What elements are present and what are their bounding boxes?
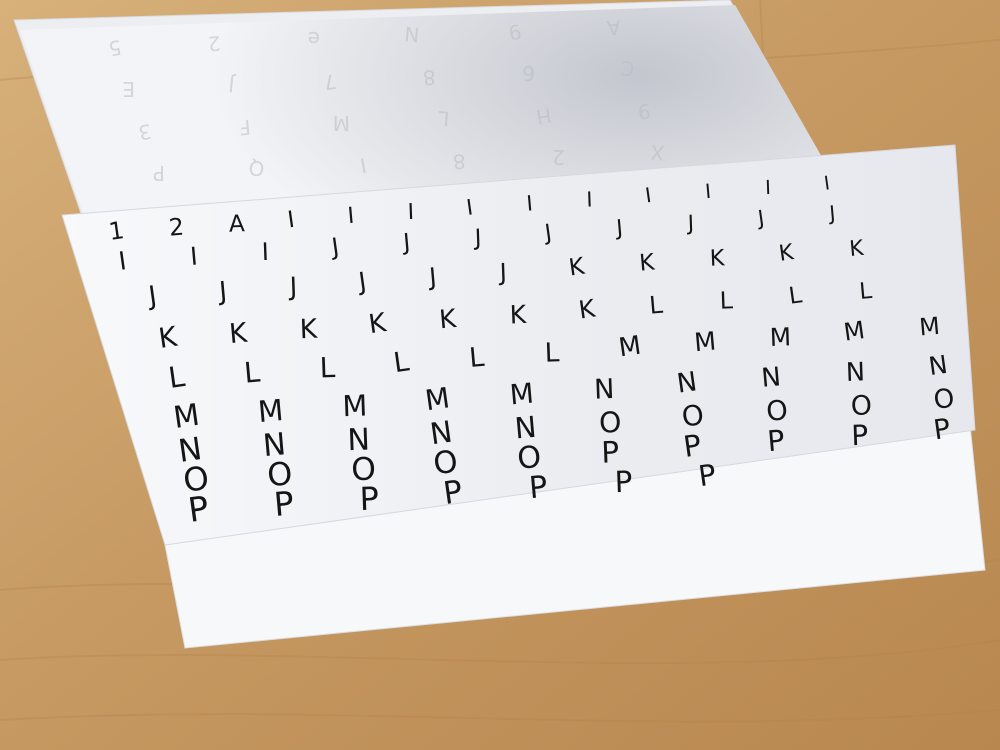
handwritten-letter: I: [586, 187, 593, 211]
handwritten-letter: K: [509, 300, 527, 330]
handwritten-letter: P: [528, 470, 549, 506]
handwritten-letter: O: [765, 395, 789, 428]
handwritten-letter: M: [693, 326, 717, 357]
handwritten-letter: M: [257, 393, 285, 429]
handwritten-letter: P: [272, 484, 295, 524]
handwritten-letter: N: [845, 357, 865, 388]
faint-back-letter: Q: [248, 156, 266, 181]
handwritten-letter: I: [261, 238, 269, 266]
handwritten-letter: M: [171, 398, 202, 436]
handwritten-letter: K: [709, 245, 726, 272]
handwritten-letter: A: [228, 210, 245, 238]
faint-back-letter: 6: [522, 61, 535, 85]
faint-back-letter: N: [403, 22, 420, 47]
handwritten-letter: L: [544, 338, 560, 369]
faint-back-letter: X: [649, 140, 665, 165]
handwritten-letter: M: [769, 322, 791, 352]
handwritten-letter: M: [617, 331, 643, 364]
handwritten-letter: N: [760, 362, 782, 394]
handwritten-letter: P: [851, 419, 869, 453]
photo-scene: 52eN9AEJ786C3FMLH9PQI82XK 12AIIIIIIIIIII…: [0, 0, 1000, 750]
faint-back-letter: A: [606, 15, 622, 40]
handwritten-letter: L: [468, 342, 486, 374]
faint-back-letter: 2: [207, 31, 222, 56]
handwritten-letter: I: [765, 176, 772, 199]
handwritten-letter: I: [407, 200, 414, 225]
handwritten-letter: O: [932, 383, 957, 416]
faint-back-letter: 8: [422, 65, 437, 90]
faint-back-letter: M: [333, 111, 350, 135]
faint-back-letter: 9: [637, 99, 652, 124]
handwritten-letter: N: [927, 350, 950, 381]
handwritten-letter: M: [423, 381, 452, 417]
handwritten-letter: P: [614, 465, 633, 500]
handwritten-letter: K: [299, 314, 318, 346]
handwritten-letter: 2: [168, 213, 185, 242]
faint-back-letter: 2: [552, 145, 565, 169]
handwritten-letter: O: [850, 390, 872, 422]
handwritten-letter: L: [719, 286, 734, 314]
faint-back-letter: P: [153, 161, 165, 185]
handwritten-letter: N: [594, 374, 615, 406]
faint-back-letter: C: [619, 56, 635, 81]
faint-back-letter: E: [122, 77, 135, 101]
handwritten-letter: L: [243, 356, 262, 390]
handwritten-letter: M: [918, 312, 941, 342]
handwritten-letter: M: [842, 315, 867, 347]
handwritten-letter: M: [508, 377, 535, 412]
handwritten-letter: P: [766, 424, 786, 458]
handwritten-letter: L: [319, 351, 336, 385]
faint-back-letter: F: [238, 115, 252, 140]
faint-back-letter: e: [308, 27, 320, 51]
handwritten-letter: P: [359, 479, 380, 518]
handwritten-letter: N: [675, 366, 699, 399]
handwritten-letter: M: [342, 388, 368, 423]
faint-back-letter: 8: [452, 149, 467, 174]
